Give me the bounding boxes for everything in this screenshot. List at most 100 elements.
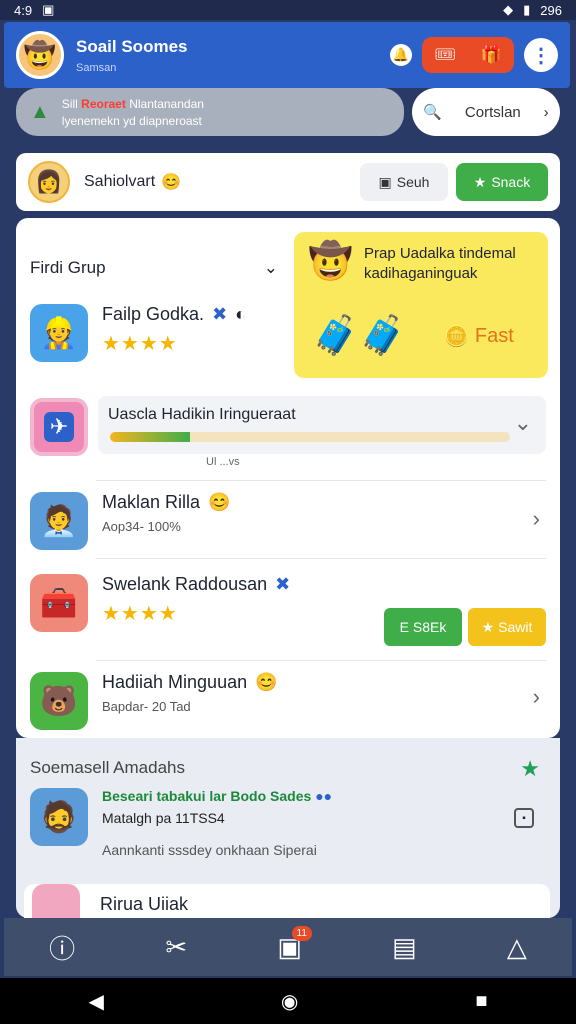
notification-icon[interactable]: 🔔 — [390, 44, 412, 66]
news-note: Aannkanti sssdey onkhaan Siperai — [102, 842, 317, 858]
more-icon[interactable]: ⋮ — [524, 38, 558, 72]
moon-icon: ◐ — [235, 304, 247, 324]
yellow-action-button[interactable]: ★ Sawit — [468, 608, 546, 646]
promo-card[interactable]: 🤠 Prap Uadalka tindemal kadihaganinguak … — [294, 232, 548, 378]
list-item[interactable]: 👷 Failp Godka. ✖ ◐ ★★★★ — [30, 304, 246, 362]
chest-icon: 🧳🧳 — [312, 315, 407, 357]
list-item[interactable]: 🧰 Swelank Raddousan ✖ ★★★★ — [30, 574, 290, 632]
app-icon: ✈ — [30, 398, 88, 456]
avatar[interactable]: 🤠 — [16, 31, 64, 79]
ticket-button[interactable]: 🎟 🎁 — [422, 37, 514, 73]
banner-text-b: Nlantanandan — [129, 96, 204, 111]
peek-title: Rirua Uiiak — [100, 893, 189, 914]
progress-row[interactable]: Uascla Hadikin Iringueraat ⌄ — [98, 396, 546, 454]
contact-label: Cortslan — [464, 103, 521, 121]
alert-icon[interactable]: ⓘ — [49, 929, 75, 966]
emoji-icon: 😊 — [161, 174, 182, 191]
bookmark-icon[interactable]: ▪ — [514, 808, 534, 828]
banner-text-red: Reoraet — [81, 96, 126, 111]
user-name: Sahiolvart — [84, 173, 156, 190]
list-item[interactable]: 🐻 Hadiiah Minguuan 😊 Bapdar- 20 Tad — [30, 672, 278, 730]
news-headline: Beseari tabakui lar Bodo Sades — [102, 788, 312, 804]
status-time: 4:9 — [14, 2, 33, 18]
battery-icon: ▮ — [523, 2, 531, 17]
home-icon[interactable]: ◉ — [281, 989, 298, 1014]
badge-icon: ●● — [315, 788, 333, 804]
progress-caption: Ul ...vs — [206, 456, 240, 468]
app-name: Swelank Raddousan — [102, 574, 268, 594]
system-nav: ◀ ◉ ■ — [0, 978, 576, 1024]
square-icon[interactable]: ▤ — [392, 932, 417, 963]
star-icon: ★ — [473, 173, 487, 190]
emoji-icon: 😊 — [255, 672, 278, 692]
tool-icon: ✖ — [275, 574, 291, 594]
bottom-nav: ⓘ ✂ ▣ 11 ▤ △ — [4, 918, 572, 976]
coin-icon: 🪙 — [444, 326, 469, 348]
search-icon: 🔍 — [423, 104, 443, 121]
chevron-right-icon[interactable]: › — [533, 684, 540, 710]
video-icon[interactable]: ▣ 11 — [277, 925, 312, 963]
tools-icon[interactable]: ✂ — [165, 932, 187, 963]
back-icon[interactable]: ◀ — [89, 989, 104, 1014]
snack-button-label: Snack — [491, 174, 531, 190]
progress-fill — [110, 432, 190, 442]
recents-icon[interactable]: ■ — [475, 990, 487, 1013]
app-icon: 🐻 — [30, 672, 88, 730]
contact-button[interactable]: 🔍 Cortslan › — [412, 88, 560, 136]
app-name: Hadiiah Minguuan — [102, 672, 248, 692]
chevron-down-icon: ⌄ — [513, 410, 532, 435]
divider — [96, 660, 546, 661]
app-icon: 🧰 — [30, 574, 88, 632]
ticket-icon: 🎟 — [434, 45, 456, 64]
chevron-right-icon: › — [543, 103, 549, 121]
status-bar: 4:9 ▣ ◆ ▮ 296 — [0, 0, 576, 20]
star-rating: ★★★★ — [102, 603, 178, 625]
app-name: Failp Godka. — [102, 304, 205, 324]
info-banner[interactable]: ▲ Sill Reoraet Nlantanandan lyenemekn yd… — [16, 88, 404, 136]
banner-text-line2: lyenemekn yd diapneroast — [61, 113, 202, 128]
user-bar: 👩 Sahiolvart 😊 ▣ Seuh ★ Snack — [16, 153, 560, 211]
progress-bar — [110, 432, 510, 442]
star-rating: ★★★★ — [102, 333, 178, 355]
chevron-down-icon: ⌄ — [263, 258, 278, 277]
list-item[interactable]: 🧑‍💼 Maklan Rilla 😊 Aop34- 100% — [30, 492, 230, 550]
promo-text: Prap Uadalka tindemal kadihaganinguak — [364, 245, 516, 282]
app-bar: 🤠 Soail Soomes Samsan 🔔 🎟 🎁 ⋮ — [4, 22, 570, 88]
green-action-label: E S8Ek — [399, 619, 447, 635]
chevron-right-icon[interactable]: › — [533, 506, 540, 532]
gift-icon: 🎁 — [480, 45, 502, 64]
news-meta: Matalgh pa 11TSS4 — [102, 810, 225, 826]
app-title: Soail Soomes — [76, 36, 188, 56]
progress-label: Uascla Hadikin Iringueraat — [108, 406, 296, 423]
app-name: Maklan Rilla — [102, 492, 201, 512]
yellow-action-label: Sawit — [498, 619, 533, 635]
app-sub: Aop34- 100% — [102, 519, 181, 534]
box-icon: ▣ — [378, 173, 392, 190]
banner-text-a: Sill — [61, 96, 78, 111]
nav-badge: 11 — [291, 925, 312, 941]
user-avatar[interactable]: 👩 — [28, 161, 70, 203]
news-item[interactable]: 🧔 Beseari tabakui lar Bodo Sades ●● Mata… — [30, 788, 332, 858]
wifi-icon: ◆ — [503, 2, 514, 17]
star-icon[interactable]: ★ — [520, 756, 540, 782]
group-header[interactable]: Firdi Grup ⌄ — [30, 258, 278, 278]
fast-text: Fast — [474, 325, 514, 347]
emoji-icon: 😊 — [208, 492, 231, 512]
green-action-button[interactable]: E S8Ek — [384, 608, 462, 646]
divider — [96, 558, 546, 559]
fast-label: 🪙 Fast — [444, 324, 514, 349]
search-button-label: Seuh — [396, 174, 430, 190]
drop-icon[interactable]: △ — [507, 932, 527, 963]
image-icon: ▣ — [42, 2, 55, 17]
app-subtitle: Samsan — [76, 61, 117, 74]
group-card: Firdi Grup ⌄ 🤠 Prap Uadalka tindemal kad… — [16, 218, 560, 738]
snack-button[interactable]: ★ Snack — [456, 163, 548, 201]
app-icon: 👷 — [30, 304, 88, 362]
status-right: 296 — [540, 2, 562, 18]
list-item[interactable]: ✈ — [30, 398, 88, 456]
tool-icon: ✖ — [212, 304, 228, 324]
divider — [96, 480, 546, 481]
search-button[interactable]: ▣ Seuh — [360, 163, 448, 201]
group-title: Firdi Grup — [30, 258, 106, 277]
app-icon: 🧑‍💼 — [30, 492, 88, 550]
